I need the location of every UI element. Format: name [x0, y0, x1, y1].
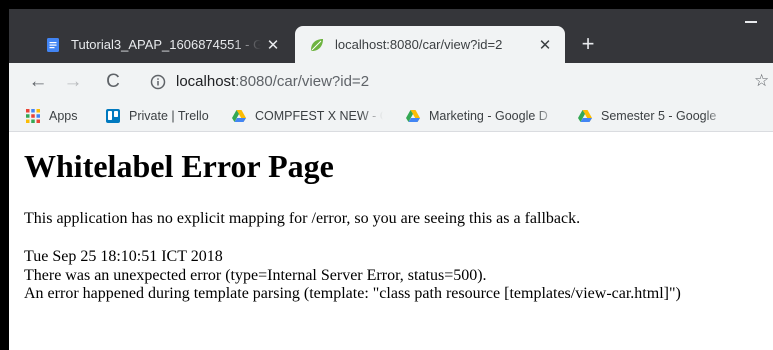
error-type: There was an unexpected error (type=Inte…	[24, 266, 487, 284]
bookmark-semester5[interactable]: Semester 5 - Google	[577, 108, 727, 124]
bookmark-label: Apps	[49, 108, 78, 123]
error-detail: An error happened during template parsin…	[24, 285, 681, 302]
fallback-message: This application has no explicit mapping…	[24, 210, 581, 227]
page-heading: Whitelabel Error Page	[24, 148, 334, 184]
close-tab-icon[interactable]: ✕	[261, 36, 285, 54]
reload-button[interactable]: C	[98, 63, 128, 100]
tab-title: localhost:8080/car/view?id=2	[335, 37, 503, 52]
tab-tutorial3[interactable]: Tutorial3_APAP_1606874551 - Go ✕	[31, 26, 293, 63]
back-button[interactable]: ←	[23, 63, 53, 100]
bookmark-label: Marketing - Google D	[429, 108, 548, 123]
apps-grid-icon	[26, 108, 40, 123]
minimize-icon[interactable]	[745, 21, 757, 23]
error-details: Tue Sep 25 18:10:51 ICT 2018 There was a…	[24, 248, 681, 304]
close-tab-icon[interactable]: ✕	[533, 36, 557, 54]
url-host: localhost	[176, 73, 236, 90]
bookmark-label: COMPFEST X NEW - G	[255, 108, 383, 123]
new-tab-button[interactable]: +	[574, 30, 602, 58]
info-icon[interactable]	[150, 74, 166, 90]
bookmarks-bar: Apps Private | Trello COMPFEST X NEW - G…	[9, 100, 773, 132]
trello-icon	[106, 108, 120, 123]
forward-button[interactable]: →	[58, 63, 88, 100]
google-drive-icon	[578, 109, 592, 122]
url-path: :8080/car/view?id=2	[235, 73, 370, 90]
error-timestamp: Tue Sep 25 18:10:51 ICT 2018	[24, 248, 223, 265]
window-frame-top	[0, 0, 773, 9]
address-bar[interactable]: localhost:8080/car/view?id=2	[136, 67, 773, 96]
tab-strip: Tutorial3_APAP_1606874551 - Go ✕ localho…	[9, 9, 773, 63]
tab-title: Tutorial3_APAP_1606874551 - Go	[71, 37, 261, 52]
bookmark-compfest[interactable]: COMPFEST X NEW - G	[231, 108, 383, 124]
google-drive-icon	[232, 109, 246, 122]
bookmark-trello[interactable]: Private | Trello	[105, 108, 209, 124]
tab-localhost[interactable]: localhost:8080/car/view?id=2 ✕	[295, 26, 565, 63]
bookmark-label: Private | Trello	[129, 108, 209, 123]
bookmark-marketing[interactable]: Marketing - Google D	[405, 108, 557, 124]
browser-toolbar: ← → C localhost:8080/car/view?id=2 ☆	[9, 63, 773, 100]
window-frame-left	[0, 0, 9, 350]
bookmark-star-icon[interactable]: ☆	[754, 71, 769, 91]
bookmark-apps[interactable]: Apps	[25, 108, 78, 124]
google-drive-icon	[406, 109, 420, 122]
bookmark-label: Semester 5 - Google	[601, 108, 717, 123]
google-docs-icon	[47, 37, 59, 52]
spring-leaf-icon	[311, 38, 323, 51]
